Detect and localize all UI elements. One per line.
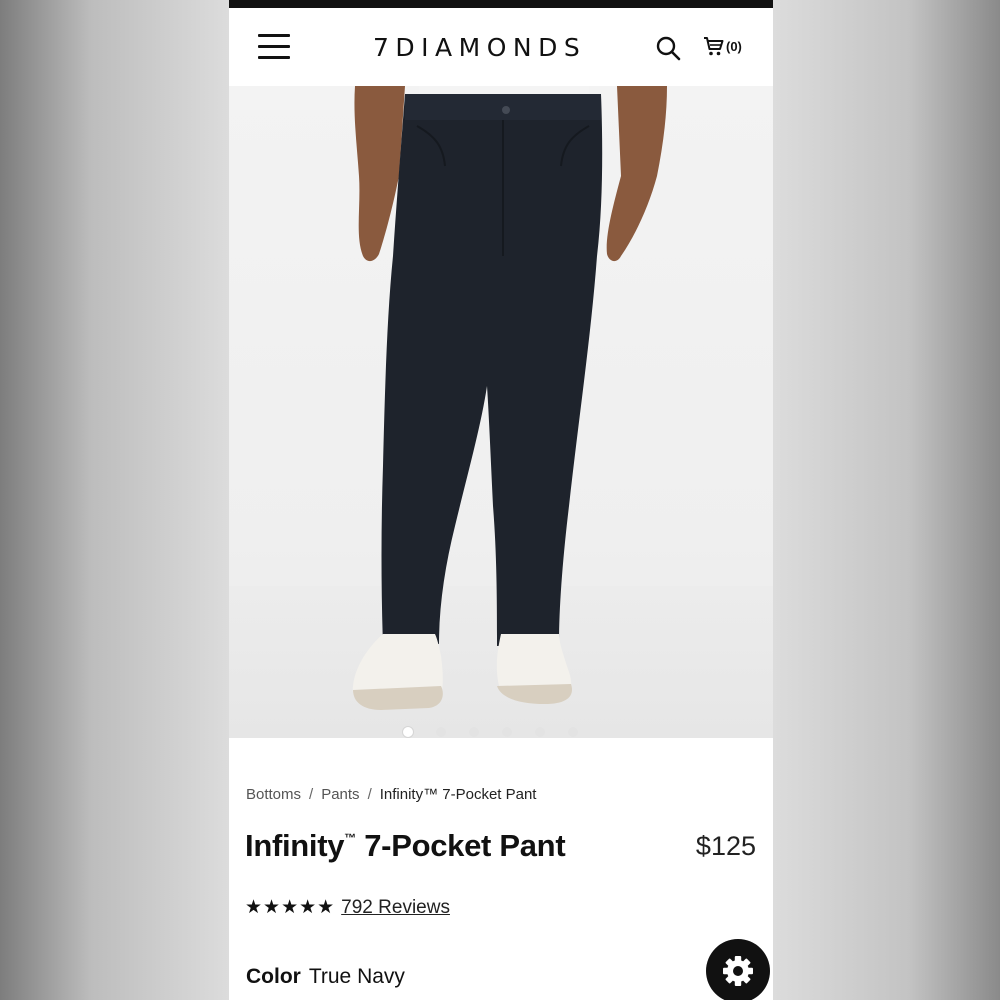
breadcrumb-separator: /	[367, 786, 372, 803]
color-value: True Navy	[308, 965, 405, 988]
product-price: $125	[695, 831, 756, 861]
product-rating: ★★★★★ 792 Reviews	[245, 896, 450, 919]
carousel-dot[interactable]	[435, 727, 446, 737]
breadcrumb: Bottoms / Pants / Infinity™ 7-Pocket Pan…	[246, 786, 536, 803]
status-bar	[229, 0, 773, 8]
cart-icon	[704, 37, 724, 56]
gear-icon	[723, 956, 753, 986]
product-title-main: Infinity	[245, 828, 345, 863]
menu-line	[258, 45, 290, 48]
product-image[interactable]	[229, 86, 773, 738]
product-title-rest: 7-Pocket Pant	[364, 828, 566, 863]
settings-button[interactable]	[706, 939, 770, 1000]
color-selection: Color True Navy	[246, 965, 405, 989]
color-label: Color	[246, 965, 301, 988]
menu-line	[258, 34, 290, 37]
star-rating-icon: ★★★★★	[245, 897, 336, 918]
carousel-dot[interactable]	[534, 727, 545, 737]
breadcrumb-separator: /	[309, 786, 314, 803]
site-header: 7DIAMONDS (0)	[229, 8, 773, 86]
carousel-dots	[229, 727, 773, 737]
reviews-link[interactable]: 792 Reviews	[341, 897, 450, 919]
blurred-backdrop-right	[773, 0, 1000, 1000]
menu-button[interactable]	[258, 34, 290, 60]
breadcrumb-current: Infinity™ 7-Pocket Pant	[379, 786, 537, 803]
carousel-dot[interactable]	[567, 727, 578, 737]
mobile-screen: 7DIAMONDS (0) Bottoms / Pants / Infinity…	[229, 0, 773, 1000]
menu-line	[258, 56, 290, 59]
model-wearing-pants	[352, 86, 667, 710]
trademark-symbol: ™	[344, 831, 356, 845]
brand-logo[interactable]: 7DIAMONDS	[373, 33, 586, 62]
breadcrumb-link-bottoms[interactable]: Bottoms	[246, 786, 301, 803]
blurred-backdrop-left	[0, 0, 229, 1000]
product-title: Infinity™ 7-Pocket Pant	[245, 828, 566, 864]
cart-button[interactable]: (0)	[703, 35, 742, 57]
search-icon[interactable]	[655, 35, 681, 61]
carousel-dot[interactable]	[501, 727, 512, 737]
carousel-dot[interactable]	[402, 727, 413, 737]
breadcrumb-link-pants[interactable]: Pants	[321, 786, 359, 803]
cart-count: (0)	[726, 38, 742, 54]
carousel-dot[interactable]	[468, 727, 479, 737]
